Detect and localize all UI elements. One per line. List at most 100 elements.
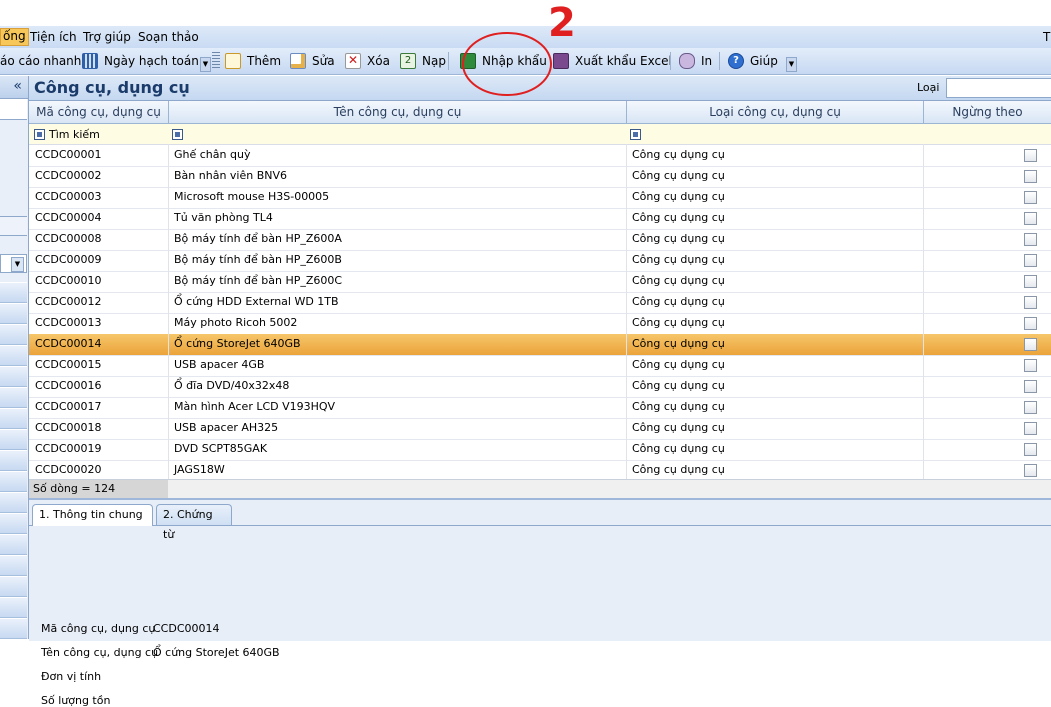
stopped-checkbox[interactable] (1024, 422, 1037, 435)
table-row[interactable]: CCDC00008 Bộ máy tính để bàn HP_Z600A Công… (29, 229, 1051, 251)
table-row[interactable]: CCDC00017 Màn hình Acer LCD V193HQV Công c… (29, 397, 1051, 419)
cell-name: Bộ máy tính để bàn HP_Z600C (174, 274, 343, 287)
column-header-stopped[interactable]: Ngừng theo (924, 101, 1051, 124)
stopped-checkbox[interactable] (1024, 233, 1037, 246)
left-pane-nav-item[interactable] (0, 408, 27, 429)
table-row[interactable]: CCDC00012 Ổ cứng HDD External WD 1TB Công … (29, 292, 1051, 314)
cell-code: CCDC00001 (35, 148, 102, 161)
xoa-button[interactable]: ✕ Xóa (345, 53, 390, 69)
left-pane-nav-item[interactable] (0, 282, 27, 303)
toolbar-overflow-dropdown-1[interactable]: ▼ (200, 57, 211, 72)
filter-type[interactable] (630, 126, 645, 142)
left-pane-nav-item[interactable] (0, 618, 27, 639)
column-header-name[interactable]: Tên công cụ, dụng cụ (169, 101, 627, 124)
table-row[interactable]: CCDC00014 Ổ cứng StoreJet 640GB Công cụ dụ… (29, 334, 1051, 356)
in-label: In (701, 54, 713, 68)
stopped-checkbox[interactable] (1024, 338, 1037, 351)
collapse-pane-button[interactable]: « (0, 76, 28, 99)
left-pane-nav-item[interactable] (0, 513, 27, 534)
left-pane-nav-item[interactable] (0, 324, 27, 345)
cell-code: CCDC00008 (35, 232, 102, 245)
page-title: Công cụ, dụng cụ (34, 78, 190, 97)
left-pane-nav-item[interactable] (0, 303, 27, 324)
left-pane-field[interactable] (0, 99, 27, 120)
nhap-khau-button[interactable]: Nhập khẩu (460, 53, 547, 69)
left-pane-nav-item[interactable] (0, 450, 27, 471)
field-value-name: Ổ cứng StoreJet 640GB (153, 646, 280, 659)
bao-cao-nhanh-button[interactable]: áo cáo nhanh (0, 53, 81, 69)
edit-icon (290, 53, 306, 69)
stopped-checkbox[interactable] (1024, 464, 1037, 477)
column-header-type[interactable]: Loại công cụ, dụng cụ (627, 101, 924, 124)
stopped-checkbox[interactable] (1024, 296, 1037, 309)
table-row[interactable]: CCDC00016 Ổ đĩa DVD/40x32x48 Công cụ dụng … (29, 376, 1051, 398)
stopped-checkbox[interactable] (1024, 401, 1037, 414)
nap-button[interactable]: 2 Nạp (400, 53, 446, 69)
cell-name: DVD SCPT85GAK (174, 442, 268, 455)
left-pane-nav-item[interactable] (0, 366, 27, 387)
table-row[interactable]: CCDC00001 Ghế chân quỳ Công cụ dụng cụ (29, 145, 1051, 167)
stopped-checkbox[interactable] (1024, 254, 1037, 267)
table-row[interactable]: CCDC00002 Bàn nhân viên BNV6 Công cụ dụng … (29, 166, 1051, 188)
in-button[interactable]: In (679, 53, 712, 69)
left-pane-nav-item[interactable] (0, 471, 27, 492)
stopped-checkbox[interactable] (1024, 380, 1037, 393)
row-count: Số dòng = 124 (29, 480, 168, 498)
table-row[interactable]: CCDC00003 Microsoft mouse H3S-00005 Công c… (29, 187, 1051, 209)
cell-name: Màn hình Acer LCD V193HQV (174, 400, 336, 413)
menu-item-tro-giup[interactable]: Trợ giúp (83, 30, 131, 44)
stopped-checkbox[interactable] (1024, 212, 1037, 225)
table-row[interactable]: CCDC00004 Tủ văn phòng TL4 Công cụ dụng cụ (29, 208, 1051, 230)
menu-item-he-thong[interactable]: ống (0, 28, 29, 46)
left-pane-nav-item[interactable] (0, 555, 27, 576)
filter-code[interactable]: Tìm kiếm (34, 126, 100, 142)
toolbar-overflow-dropdown-2[interactable]: ▼ (786, 57, 797, 72)
left-pane-combo[interactable]: ▼ (0, 254, 27, 273)
table-row[interactable]: CCDC00015 USB apacer 4GB Công cụ dụng cụ (29, 355, 1051, 377)
left-pane-nav-item[interactable] (0, 492, 27, 513)
table-row[interactable]: CCDC00013 Máy photo Ricoh 5002 Công cụ dụn… (29, 313, 1051, 335)
bao-cao-nhanh-label: áo cáo nhanh (0, 54, 82, 68)
stopped-checkbox[interactable] (1024, 317, 1037, 330)
table-row[interactable]: CCDC00009 Bộ máy tính để bàn HP_Z600B Công… (29, 250, 1051, 272)
column-divider (626, 144, 627, 480)
left-pane-nav-item[interactable] (0, 345, 27, 366)
left-pane-nav-item[interactable] (0, 534, 27, 555)
tab-chung-tu[interactable]: 2. Chứng từ (156, 504, 232, 541)
filter-name[interactable] (172, 126, 187, 142)
xuat-khau-excel-button[interactable]: Xuất khẩu Excel (553, 53, 672, 69)
tab-strip-line (29, 525, 1051, 526)
cell-name: Bàn nhân viên BNV6 (174, 169, 288, 182)
stopped-checkbox[interactable] (1024, 443, 1037, 456)
stopped-checkbox[interactable] (1024, 191, 1037, 204)
cell-type: Công cụ dụng cụ (632, 400, 725, 413)
left-pane-nav-item[interactable] (0, 576, 27, 597)
nap-label: Nạp (422, 54, 446, 68)
table-row[interactable]: CCDC00019 DVD SCPT85GAK Công cụ dụng cụ (29, 439, 1051, 461)
column-header-code[interactable]: Mã công cụ, dụng cụ (29, 101, 169, 124)
left-pane-field[interactable] (0, 216, 27, 236)
table-row[interactable]: CCDC00018 USB apacer AH325 Công cụ dụng cụ (29, 418, 1051, 440)
stopped-checkbox[interactable] (1024, 149, 1037, 162)
left-pane-nav-item[interactable] (0, 597, 27, 618)
tab-thong-tin-chung[interactable]: 1. Thông tin chung (32, 504, 153, 526)
menu-item-tien-ich[interactable]: Tiện ích (30, 30, 77, 44)
filter-icon (172, 128, 183, 140)
table-row[interactable]: CCDC00010 Bộ máy tính để bàn HP_Z600C Công… (29, 271, 1051, 293)
menu-item-soan-thao[interactable]: Soạn thảo (138, 30, 199, 44)
sua-button[interactable]: Sửa (290, 53, 335, 69)
toolbar-grip[interactable] (212, 52, 220, 70)
stopped-checkbox[interactable] (1024, 359, 1037, 372)
toolbar: áo cáo nhanh Ngày hạch toán ▼ Thêm Sửa ✕… (0, 48, 1051, 75)
loai-filter-input[interactable] (946, 78, 1051, 98)
left-pane-nav-item[interactable] (0, 387, 27, 408)
add-document-icon (225, 53, 241, 69)
cell-type: Công cụ dụng cụ (632, 190, 725, 203)
them-button[interactable]: Thêm (225, 53, 281, 69)
stopped-checkbox[interactable] (1024, 275, 1037, 288)
ngay-hach-toan-button[interactable]: Ngày hạch toán (82, 53, 199, 69)
giup-button[interactable]: ? Giúp (728, 53, 778, 69)
left-pane-nav-item[interactable] (0, 429, 27, 450)
stopped-checkbox[interactable] (1024, 170, 1037, 183)
detail-panel: 1. Thông tin chung 2. Chứng từ Mã công c… (29, 498, 1051, 707)
